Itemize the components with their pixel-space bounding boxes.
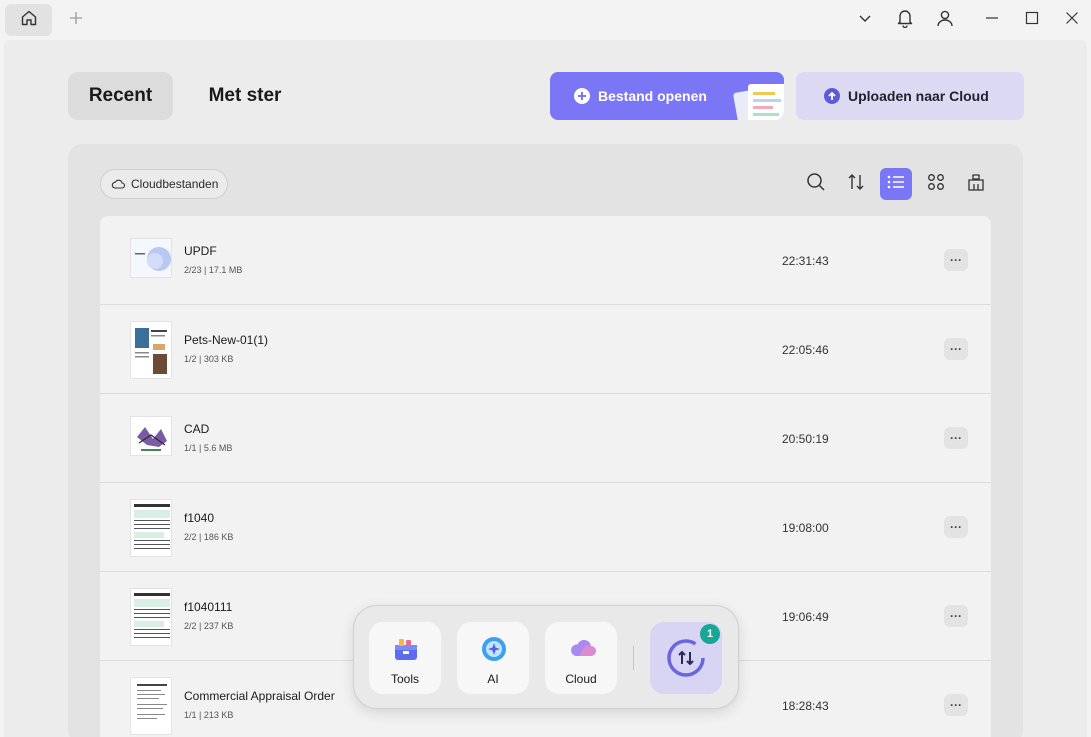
close-button[interactable] xyxy=(1060,8,1084,32)
sort-icon xyxy=(847,173,865,196)
file-row[interactable]: CAD 1/1 | 5.6 MB 20:50:19 ··· xyxy=(100,394,991,483)
grid-view-icon xyxy=(927,173,945,196)
file-time: 20:50:19 xyxy=(782,432,829,446)
bell-icon xyxy=(896,8,914,33)
upload-arrow-icon xyxy=(824,88,840,104)
user-icon xyxy=(936,9,954,32)
dock-ai-button[interactable]: AI xyxy=(457,622,529,694)
documents-illustration-icon xyxy=(730,76,784,120)
sync-icon xyxy=(666,638,706,683)
cloud-files-label: Cloudbestanden xyxy=(131,177,219,191)
more-options-button[interactable]: ··· xyxy=(944,249,968,271)
dock-cloud-label: Cloud xyxy=(565,672,597,686)
file-thumbnail xyxy=(130,499,172,557)
dock-tools-label: Tools xyxy=(390,672,419,686)
maximize-icon xyxy=(1025,11,1039,30)
cloud-icon xyxy=(111,178,125,190)
file-meta: 2/2 | 186 KB xyxy=(184,532,234,542)
toolbox-icon xyxy=(393,636,419,667)
file-name: CAD xyxy=(184,422,210,436)
upload-cloud-button[interactable]: Uploaden naar Cloud xyxy=(796,72,1024,120)
dock-cloud-button[interactable]: Cloud xyxy=(545,622,617,694)
upload-cloud-label: Uploaden naar Cloud xyxy=(848,88,989,104)
more-options-button[interactable]: ··· xyxy=(944,338,968,360)
clean-icon xyxy=(966,172,986,197)
more-options-button[interactable]: ··· xyxy=(944,427,968,449)
file-time: 18:28:43 xyxy=(782,699,829,713)
dock-ai-label: AI xyxy=(487,672,499,686)
more-options-button[interactable]: ··· xyxy=(944,694,968,716)
search-button[interactable] xyxy=(800,168,832,200)
file-meta: 1/2 | 303 KB xyxy=(184,354,234,364)
sort-button[interactable] xyxy=(840,168,872,200)
clean-button[interactable] xyxy=(960,168,992,200)
file-thumbnail xyxy=(130,677,172,735)
minimize-icon xyxy=(985,11,999,30)
file-thumbnail xyxy=(130,416,172,456)
file-time: 19:08:00 xyxy=(782,521,829,535)
file-name: f1040111 xyxy=(184,600,233,614)
file-time: 22:05:46 xyxy=(782,343,829,357)
file-row[interactable]: UPDF 2/23 | 17.1 MB 22:31:43 ··· xyxy=(100,216,991,305)
file-time: 22:31:43 xyxy=(782,254,829,268)
plus-circle-icon xyxy=(574,88,590,104)
close-icon xyxy=(1065,11,1079,30)
file-thumbnail xyxy=(130,588,172,646)
account-button[interactable] xyxy=(933,8,957,32)
more-options-button[interactable]: ··· xyxy=(944,516,968,538)
cloud-files-chip[interactable]: Cloudbestanden xyxy=(100,169,228,199)
tab-starred[interactable]: Met ster xyxy=(190,72,300,120)
file-thumbnail xyxy=(130,238,172,278)
search-icon xyxy=(806,172,826,197)
chevron-down-icon xyxy=(858,11,872,29)
list-view-icon xyxy=(887,174,905,195)
maximize-button[interactable] xyxy=(1020,8,1044,32)
file-name: Pets-New-01(1) xyxy=(184,333,269,347)
file-name: f1040 xyxy=(184,511,215,525)
file-name: Commercial Appraisal Order xyxy=(184,689,335,703)
dock-tools-button[interactable]: Tools xyxy=(369,622,441,694)
notifications-button[interactable] xyxy=(893,8,917,32)
grid-view-button[interactable] xyxy=(920,168,952,200)
list-view-button[interactable] xyxy=(880,168,912,200)
file-thumbnail xyxy=(130,321,172,379)
title-bar xyxy=(0,0,1091,40)
new-tab-button[interactable] xyxy=(64,8,88,32)
file-time: 19:06:49 xyxy=(782,610,829,624)
file-meta: 1/1 | 5.6 MB xyxy=(184,443,233,453)
file-meta: 2/2 | 237 KB xyxy=(184,621,234,631)
file-meta: 2/23 | 17.1 MB xyxy=(184,265,243,275)
file-meta: 1/1 | 213 KB xyxy=(184,710,234,720)
more-options-button[interactable]: ··· xyxy=(944,605,968,627)
file-row[interactable]: Pets-New-01(1) 1/2 | 303 KB 22:05:46 ··· xyxy=(100,305,991,394)
open-file-label: Bestand openen xyxy=(598,88,707,104)
bottom-dock: Tools AI Cloud 1 xyxy=(353,605,739,709)
sync-badge: 1 xyxy=(700,624,720,644)
cloud-icon xyxy=(569,636,597,663)
plus-icon xyxy=(69,11,83,30)
home-icon xyxy=(20,9,38,32)
file-row[interactable]: f1040 2/2 | 186 KB 19:08:00 ··· xyxy=(100,483,991,572)
home-tab[interactable] xyxy=(5,4,52,36)
minimize-button[interactable] xyxy=(980,8,1004,32)
dock-separator xyxy=(633,646,634,670)
file-name: UPDF xyxy=(184,244,217,258)
tab-recent[interactable]: Recent xyxy=(68,72,173,120)
dropdown-button[interactable] xyxy=(853,8,877,32)
ai-assistant-icon xyxy=(481,636,507,667)
open-file-button[interactable]: Bestand openen xyxy=(550,72,784,120)
